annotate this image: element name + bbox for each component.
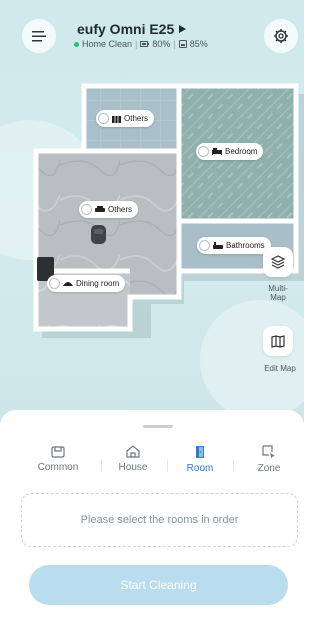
tab-zone[interactable]: Zone (239, 445, 299, 474)
bathtub-icon (213, 241, 223, 250)
start-cleaning-button[interactable]: Start Cleaning (29, 565, 288, 605)
room-select-radio[interactable] (198, 146, 209, 157)
sofa-icon (95, 206, 105, 213)
layers-icon (271, 255, 285, 269)
storage-icon (112, 115, 121, 123)
room-label-text: Others (124, 114, 149, 123)
robot-icon (91, 225, 106, 244)
room-label-text: Bedroom (225, 147, 258, 156)
app-header: eufy Omni E25 Home Clean | 80% | 85% (0, 0, 304, 70)
room-order-placeholder: Please select the rooms in order (80, 514, 239, 526)
tab-label: Zone (257, 463, 281, 474)
room-label-text: Bathrooms (226, 241, 265, 250)
gear-icon (274, 29, 288, 43)
room-order-selection[interactable]: Please select the rooms in order (21, 493, 298, 547)
room-label-dining-room[interactable]: Dining room (47, 275, 126, 292)
room-label-bathrooms[interactable]: Bathrooms (197, 237, 271, 254)
tab-common[interactable]: Common (28, 445, 88, 473)
room-select-radio[interactable] (81, 204, 92, 215)
zone-icon (262, 445, 275, 459)
sheet-drag-handle[interactable] (143, 425, 173, 428)
multi-map-button[interactable] (263, 247, 293, 277)
bed-icon (212, 148, 222, 155)
status-dot (74, 41, 79, 47)
map-icon (271, 334, 285, 348)
room-label-others-top[interactable]: Others (96, 110, 155, 127)
settings-button[interactable] (264, 19, 298, 53)
device-status: Home Clean | 80% | 85% (74, 39, 208, 49)
device-name: eufy Omni E25 (77, 21, 175, 37)
play-arrow-icon (179, 25, 187, 33)
tab-label: House (118, 462, 148, 473)
room-select-radio[interactable] (49, 278, 60, 289)
water-tank-icon (178, 40, 187, 48)
multi-map-label: Multi- Map (268, 284, 288, 302)
tab-label: Room (186, 463, 214, 474)
battery-level: 80% (152, 39, 171, 49)
start-cleaning-label: Start Cleaning (120, 578, 197, 592)
room-label-others-living[interactable]: Others (79, 201, 139, 218)
device-title[interactable]: eufy Omni E25 (77, 21, 187, 37)
dining-icon (63, 280, 73, 287)
room-select-radio[interactable] (199, 240, 210, 251)
room-label-text: Others (108, 205, 133, 214)
edit-map-label: Edit Map (264, 364, 296, 373)
battery-icon (140, 41, 150, 47)
room-label-bedroom[interactable]: Bedroom (196, 143, 264, 160)
common-icon (51, 446, 65, 458)
room-door-icon (196, 446, 204, 458)
hamburger-icon (32, 31, 46, 42)
room-label-text: Dining room (76, 279, 120, 288)
water-level: 85% (189, 39, 208, 49)
house-icon (126, 445, 140, 458)
edit-map-button[interactable] (263, 326, 293, 356)
status-text: Home Clean (82, 39, 133, 49)
tab-house[interactable]: House (103, 445, 163, 473)
menu-button[interactable] (22, 19, 56, 53)
tab-room[interactable]: Room (170, 445, 230, 474)
tab-label: Common (37, 462, 79, 473)
room-select-radio[interactable] (98, 113, 109, 124)
clean-mode-tabs: Common House Room Zone (0, 445, 304, 485)
